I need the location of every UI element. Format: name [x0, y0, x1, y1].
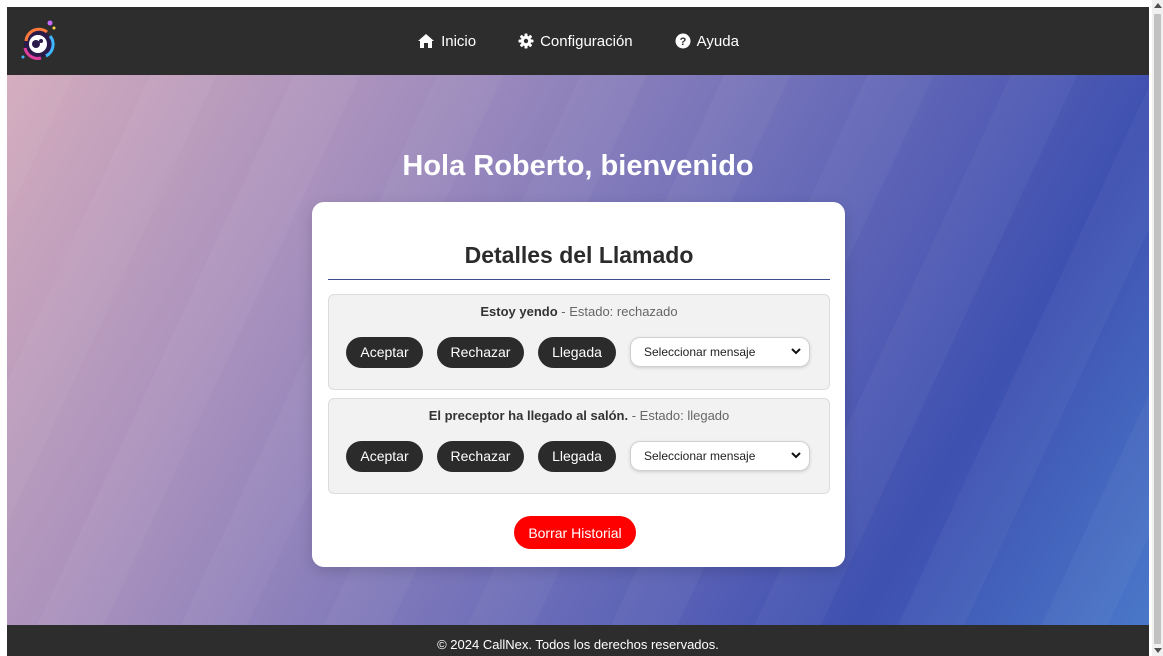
footer-copyright: © 2024 CallNex. Todos los derechos reser…: [437, 637, 719, 652]
call-details-card: Detalles del Llamado Estoy yendo - Estad…: [312, 202, 845, 567]
card-divider: [328, 279, 830, 280]
main-section: Hola Roberto, bienvenido Detalles del Ll…: [7, 75, 1149, 625]
message-select[interactable]: Seleccionar mensaje: [630, 441, 810, 471]
card-title: Detalles del Llamado: [464, 242, 694, 268]
call-message: El preceptor ha llegado al salón.: [428, 408, 629, 423]
scroll-up-arrow-icon[interactable]: [1154, 3, 1162, 8]
nav-configuracion-label: Configuración: [540, 32, 633, 50]
nav-ayuda[interactable]: ? Ayuda: [675, 33, 739, 50]
message-select-value: Seleccionar mensaje: [644, 449, 756, 463]
arrived-button[interactable]: Llegada: [538, 336, 616, 368]
message-select[interactable]: Seleccionar mensaje: [630, 337, 810, 367]
reject-button[interactable]: Rechazar: [437, 440, 524, 472]
call-status: - Estado: rechazado: [557, 304, 678, 319]
welcome-heading: Hola Roberto, bienvenido: [402, 150, 754, 182]
call-item: Estoy yendo - Estado: rechazado Aceptar …: [328, 294, 830, 390]
page-scrollbar[interactable]: [1152, 0, 1163, 656]
footer: © 2024 CallNex. Todos los derechos reser…: [7, 625, 1149, 656]
chevron-down-icon: [791, 347, 801, 358]
arrived-button[interactable]: Llegada: [538, 440, 616, 472]
call-status: - Estado: llegado: [628, 408, 730, 423]
chevron-down-icon: [791, 451, 801, 462]
call-message: Estoy yendo: [480, 304, 558, 319]
navbar: Inicio Configuración ? Ayuda: [7, 7, 1149, 75]
reject-button[interactable]: Rechazar: [437, 336, 524, 368]
home-icon: [417, 33, 435, 49]
clear-history-button[interactable]: Borrar Historial: [514, 516, 636, 549]
gear-icon: [518, 33, 534, 49]
help-icon: ?: [675, 33, 691, 49]
accept-button[interactable]: Aceptar: [346, 440, 423, 472]
call-item: El preceptor ha llegado al salón. - Esta…: [328, 398, 830, 494]
nav-configuracion[interactable]: Configuración: [518, 33, 633, 50]
call-actions: Aceptar Rechazar Llegada Seleccionar men…: [346, 440, 810, 472]
call-summary: Estoy yendo - Estado: rechazado: [329, 304, 829, 319]
call-summary: El preceptor ha llegado al salón. - Esta…: [329, 408, 829, 423]
app-frame: Inicio Configuración ? Ayuda Hola Robert…: [7, 7, 1149, 656]
scroll-down-arrow-icon[interactable]: [1154, 648, 1162, 653]
accept-button[interactable]: Aceptar: [346, 336, 423, 368]
nav-ayuda-label: Ayuda: [696, 32, 739, 50]
message-select-value: Seleccionar mensaje: [644, 345, 756, 359]
scroll-thumb[interactable]: [1154, 14, 1161, 644]
nav-inicio[interactable]: Inicio: [417, 33, 476, 50]
logo-icon: [21, 20, 56, 60]
svg-text:?: ?: [679, 36, 686, 48]
call-actions: Aceptar Rechazar Llegada Seleccionar men…: [346, 336, 810, 368]
nav-inicio-label: Inicio: [441, 32, 477, 50]
app-logo[interactable]: [17, 17, 57, 63]
